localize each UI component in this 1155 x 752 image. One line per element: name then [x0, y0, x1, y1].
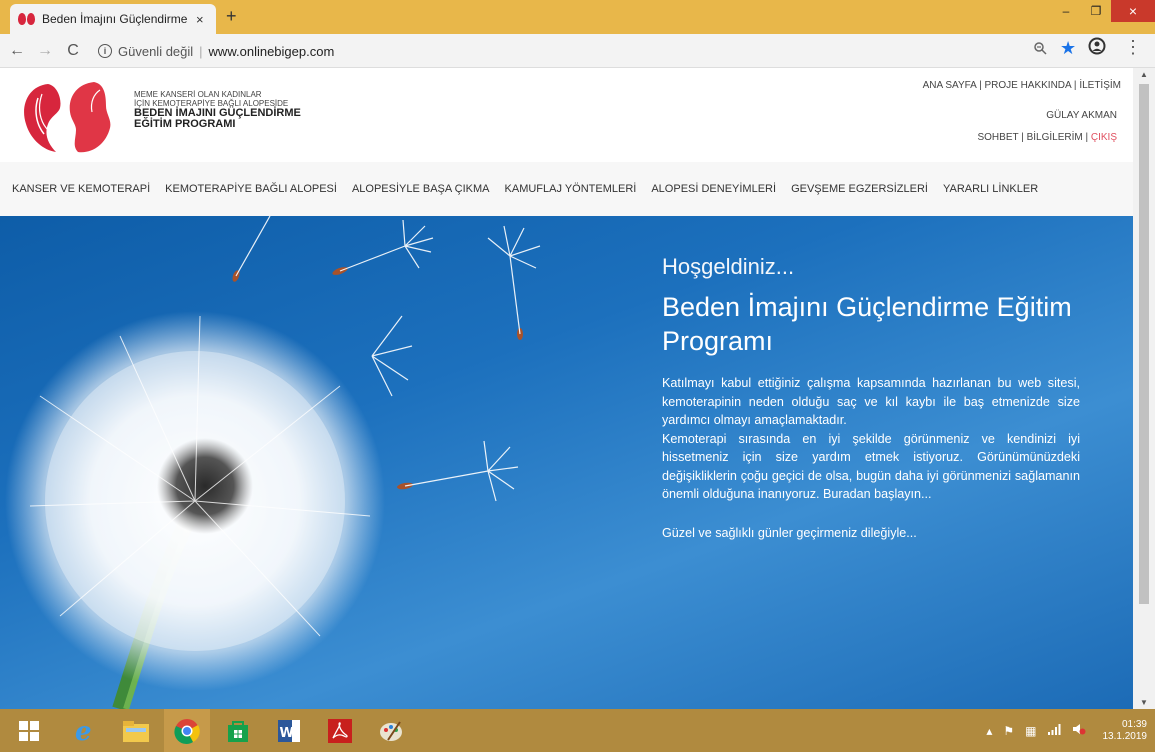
minimize-button[interactable]: – [1051, 0, 1081, 22]
nav-item-relaxation[interactable]: GEVŞEME EGZERSİZLERİ [791, 183, 928, 195]
chrome-icon[interactable] [164, 709, 210, 752]
hero-welcome: Hoşgeldiniz... [662, 254, 795, 279]
hero-body: Katılmayı kabul ettiğiniz çalışma kapsam… [662, 374, 1080, 504]
dandelion-image [5, 216, 541, 709]
tab-close-icon[interactable]: × [196, 12, 204, 27]
site-logo-text[interactable]: MEME KANSERİ OLAN KADINLAR İÇİN KEMOTERA… [134, 90, 364, 130]
page-viewport: MEME KANSERİ OLAN KADINLAR İÇİN KEMOTERA… [0, 68, 1133, 709]
hero-text: Hoşgeldiniz... Beden İmajını Güçlendirme… [662, 254, 1080, 540]
action-center-flag-icon[interactable]: ⚑ [1003, 724, 1014, 738]
restore-button[interactable]: ❐ [1081, 0, 1111, 22]
hero-closing: Güzel ve sağlıklı günler geçirmeniz dile… [662, 525, 917, 540]
forward-button[interactable]: → [34, 42, 56, 60]
logout-link[interactable]: ÇIKIŞ [1091, 132, 1117, 143]
user-link-chat[interactable]: SOHBET [977, 132, 1018, 143]
user-links: SOHBET | BİLGİLERİM | ÇIKIŞ [977, 132, 1117, 143]
site-favicon-icon [18, 13, 36, 25]
system-tray: ▴ ⚑ ▦ 01:39 13.1.2019 [986, 709, 1147, 752]
security-label: Güvenli değil [118, 43, 194, 59]
word-icon[interactable]: W [266, 709, 312, 752]
main-nav: KANSER VE KEMOTERAPİ KEMOTERAPİYE BAĞLI … [0, 162, 1133, 216]
close-window-button[interactable]: × [1111, 0, 1155, 22]
svg-text:e: e [75, 718, 92, 744]
windows-taskbar: e W ▴ ⚑ ▦ 01:39 13.1.2019 [0, 709, 1155, 752]
clock-date: 13.1.2019 [1102, 730, 1148, 742]
top-link-home[interactable]: ANA SAYFA [923, 80, 977, 91]
network-adapter-icon[interactable]: ▦ [1025, 724, 1036, 738]
hero-title: Beden İmajını Güçlendirme Eğitim Program… [662, 292, 1072, 356]
acrobat-icon[interactable] [317, 709, 363, 752]
hero-banner: Hoşgeldiniz... Beden İmajını Güçlendirme… [0, 216, 1133, 709]
profile-icon[interactable] [1088, 37, 1106, 61]
tab-title: Beden İmajını Güçlendirme Eğitin [42, 12, 190, 26]
address-bar[interactable]: i Güvenli değil | www.onlinebigep.com [98, 39, 1088, 63]
site-logo-icon[interactable] [18, 80, 130, 156]
window-controls: – ❐ × [1051, 0, 1155, 22]
volume-muted-icon[interactable] [1072, 723, 1086, 738]
svg-text:W: W [280, 726, 294, 741]
hero-paragraph-2: Kemoterapi sırasında en iyi şekilde görü… [662, 431, 1080, 502]
bookmark-star-icon[interactable]: ★ [1060, 38, 1076, 59]
scroll-down-icon[interactable]: ▼ [1140, 698, 1148, 707]
url-text[interactable]: www.onlinebigep.com [209, 44, 335, 59]
signal-icon[interactable] [1047, 723, 1061, 738]
nav-item-camouflage[interactable]: KAMUFLAJ YÖNTEMLERİ [505, 183, 637, 195]
site-header: MEME KANSERİ OLAN KADINLAR İÇİN KEMOTERA… [0, 68, 1133, 162]
taskbar-clock[interactable]: 01:39 13.1.2019 [1103, 719, 1148, 743]
user-name: GÜLAY AKMAN [1046, 110, 1117, 121]
back-button[interactable]: ← [6, 42, 28, 60]
windows-start-icon[interactable] [6, 709, 52, 752]
nav-item-cancer-chemotherapy[interactable]: KANSER VE KEMOTERAPİ [12, 183, 150, 195]
tray-expand-icon[interactable]: ▴ [986, 724, 992, 738]
top-link-contact[interactable]: İLETİŞİM [1079, 80, 1121, 91]
scroll-thumb[interactable] [1139, 84, 1149, 604]
clock-time: 01:39 [1121, 718, 1147, 730]
new-tab-button[interactable]: + [226, 6, 237, 27]
file-explorer-icon[interactable] [113, 709, 159, 752]
store-icon[interactable] [215, 709, 261, 752]
zoom-icon[interactable] [1033, 41, 1047, 58]
nav-item-chemo-alopecia[interactable]: KEMOTERAPİYE BAĞLI ALOPESİ [165, 183, 337, 195]
nav-item-alopecia-experiences[interactable]: ALOPESİ DENEYİMLERİ [651, 183, 776, 195]
omnibox-separator: | [199, 43, 203, 59]
link-separator: | [1082, 132, 1091, 143]
browser-tab[interactable]: Beden İmajını Güçlendirme Eğitin × [10, 4, 216, 34]
internet-explorer-icon[interactable]: e [62, 709, 108, 752]
hero-paragraph-1: Katılmayı kabul ettiğiniz çalışma kapsam… [662, 376, 1080, 427]
nav-item-coping-alopecia[interactable]: ALOPESİYLE BAŞA ÇIKMA [352, 183, 490, 195]
scroll-up-icon[interactable]: ▲ [1140, 70, 1148, 79]
page-scrollbar[interactable]: ▲ ▼ [1133, 68, 1155, 709]
nav-item-useful-links[interactable]: YARARLI LİNKLER [943, 183, 1038, 195]
reload-button[interactable]: C [62, 42, 84, 60]
browser-titlebar: Beden İmajını Güçlendirme Eğitin × + – ❐… [0, 0, 1155, 34]
info-icon[interactable]: i [98, 44, 112, 58]
link-separator: | [1018, 132, 1027, 143]
top-links: ANA SAYFA | PROJE HAKKINDA | İLETİŞİM [923, 80, 1121, 91]
user-link-info[interactable]: BİLGİLERİM [1027, 132, 1083, 143]
browser-menu-icon[interactable]: ⋮ [1124, 37, 1142, 58]
logo-title-line2: EĞİTİM PROGRAMI [134, 118, 236, 130]
top-link-about[interactable]: PROJE HAKKINDA [984, 80, 1071, 91]
browser-toolbar: ← → C i Güvenli değil | www.onlinebigep.… [0, 34, 1155, 68]
paint-icon[interactable] [368, 709, 414, 752]
logo-subtitle-line1: MEME KANSERİ OLAN KADINLAR [134, 90, 262, 99]
